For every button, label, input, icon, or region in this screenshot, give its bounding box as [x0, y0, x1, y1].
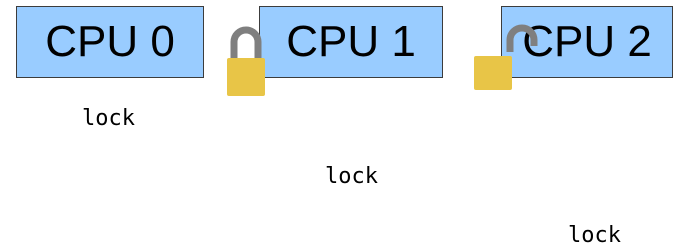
cpu-1-box: CPU 1 — [259, 6, 443, 78]
cpu-0-box: CPU 0 — [16, 6, 204, 78]
cpu-0-lock-label: lock — [82, 106, 135, 131]
lock-closed-icon — [227, 26, 265, 96]
cpu-0-label: CPU 0 — [45, 17, 175, 66]
cpu-2-lock-label: lock — [568, 223, 621, 248]
cpu-2-label: CPU 2 — [522, 17, 652, 66]
cpu-1-lock-label: lock — [325, 164, 378, 189]
cpu-1-label: CPU 1 — [286, 17, 416, 66]
lock-open-icon — [474, 24, 538, 90]
